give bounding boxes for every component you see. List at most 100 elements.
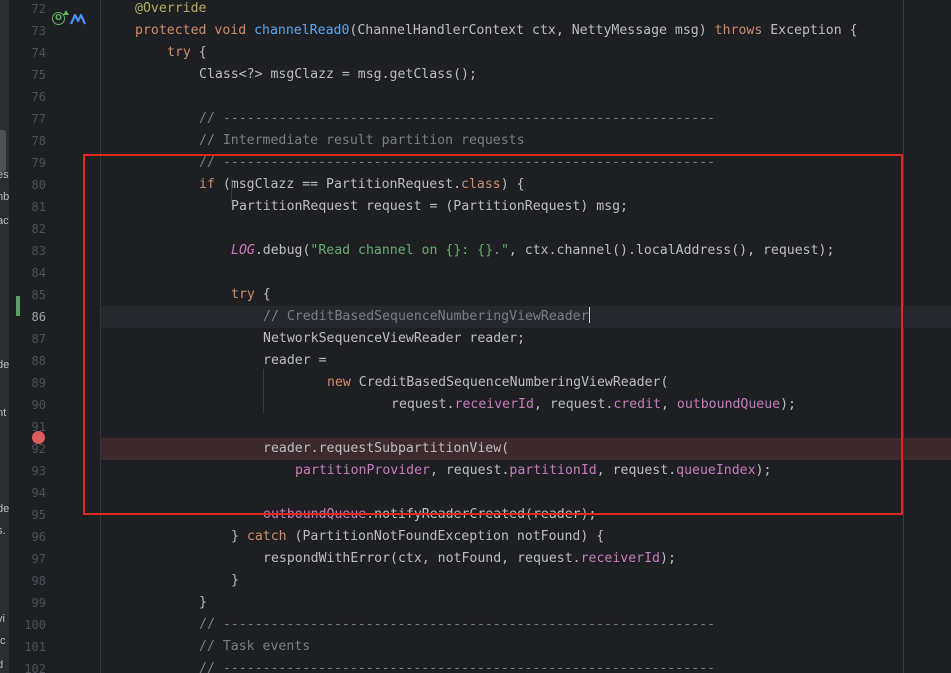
implementations-icon[interactable] bbox=[70, 12, 86, 26]
line-number[interactable]: 79 bbox=[9, 152, 46, 174]
code-text[interactable]: // -------------------------------------… bbox=[199, 152, 715, 174]
line-number[interactable]: 75 bbox=[9, 64, 46, 86]
code-text[interactable]: PartitionRequest request = (PartitionReq… bbox=[231, 196, 628, 218]
code-line[interactable]: 91 bbox=[0, 416, 951, 438]
line-number[interactable]: 76 bbox=[9, 86, 46, 108]
code-text[interactable]: outboundQueue.notifyReaderCreated(reader… bbox=[263, 504, 596, 526]
code-token: @Override bbox=[135, 1, 207, 16]
code-text[interactable]: NetworkSequenceViewReader reader; bbox=[263, 328, 525, 350]
line-number[interactable]: 73 bbox=[9, 20, 46, 42]
code-text[interactable]: // -------------------------------------… bbox=[199, 108, 715, 130]
code-line[interactable]: 83 LOG.debug("Read channel on {}: {}.", c… bbox=[0, 240, 951, 262]
code-line[interactable]: 75 Class<?> msgClazz = msg.getClass(); bbox=[0, 64, 951, 86]
code-line[interactable]: 73 protected void channelRead0(ChannelHan… bbox=[0, 20, 951, 42]
line-number[interactable]: 100 bbox=[9, 614, 46, 636]
code-line[interactable]: 87 NetworkSequenceViewReader reader; bbox=[0, 328, 951, 350]
line-number[interactable]: 84 bbox=[9, 262, 46, 284]
code-text[interactable]: @Override bbox=[135, 0, 206, 20]
line-number[interactable]: 83 bbox=[9, 240, 46, 262]
line-number[interactable]: 77 bbox=[9, 108, 46, 130]
line-number[interactable]: 102 bbox=[9, 658, 46, 673]
code-token: } bbox=[199, 595, 207, 610]
line-number[interactable]: 74 bbox=[9, 42, 46, 64]
vcs-modified-line-marker[interactable] bbox=[16, 296, 20, 316]
code-text[interactable]: if (msgClazz == PartitionRequest.class) … bbox=[199, 174, 525, 196]
code-text[interactable]: } catch (PartitionNotFoundException notF… bbox=[231, 526, 604, 548]
code-text[interactable]: // -------------------------------------… bbox=[199, 658, 715, 673]
line-number[interactable]: 101 bbox=[9, 636, 46, 658]
line-number[interactable]: 81 bbox=[9, 196, 46, 218]
line-number[interactable]: 86 bbox=[9, 306, 46, 328]
code-text[interactable]: partitionProvider, request.partitionId, … bbox=[295, 460, 771, 482]
line-number[interactable]: 89 bbox=[9, 372, 46, 394]
code-text[interactable]: Class<?> msgClazz = msg.getClass(); bbox=[199, 64, 477, 86]
code-text[interactable]: } bbox=[199, 592, 207, 614]
line-number[interactable]: 88 bbox=[9, 350, 46, 372]
code-text[interactable]: // CreditBasedSequenceNumberingViewReade… bbox=[263, 306, 591, 328]
code-line[interactable]: 92 reader.requestSubpartitionView( bbox=[0, 438, 951, 460]
line-background bbox=[101, 350, 951, 372]
line-number[interactable]: 72 bbox=[9, 0, 46, 20]
code-token: reader = bbox=[263, 353, 327, 368]
breakpoint-icon[interactable] bbox=[32, 431, 45, 444]
code-text[interactable]: // Task events bbox=[199, 636, 310, 658]
code-text[interactable]: request.receiverId, request.credit, outb… bbox=[391, 394, 796, 416]
code-line[interactable]: 76 bbox=[0, 86, 951, 108]
code-line[interactable]: 77 // -----------------------------------… bbox=[0, 108, 951, 130]
code-text[interactable]: protected void channelRead0(ChannelHandl… bbox=[135, 20, 858, 42]
code-text[interactable]: try { bbox=[167, 42, 207, 64]
line-number[interactable]: 98 bbox=[9, 570, 46, 592]
code-line[interactable]: 94 bbox=[0, 482, 951, 504]
line-number[interactable]: 99 bbox=[9, 592, 46, 614]
line-number[interactable]: 95 bbox=[9, 504, 46, 526]
code-line[interactable]: 86 // CreditBasedSequenceNumberingViewRea… bbox=[0, 306, 951, 328]
code-line[interactable]: 88 reader = bbox=[0, 350, 951, 372]
code-token: protected bbox=[135, 23, 215, 38]
code-line[interactable]: 96 } catch (PartitionNotFoundException no… bbox=[0, 526, 951, 548]
code-line[interactable]: 93 partitionProvider, request.partitionId… bbox=[0, 460, 951, 482]
code-text[interactable]: } bbox=[231, 570, 239, 592]
line-number[interactable]: 78 bbox=[9, 130, 46, 152]
code-text[interactable]: try { bbox=[231, 284, 271, 306]
line-number[interactable]: 97 bbox=[9, 548, 46, 570]
line-number[interactable]: 85 bbox=[9, 284, 46, 306]
code-line[interactable]: 84 bbox=[0, 262, 951, 284]
code-text[interactable]: LOG.debug("Read channel on {}: {}.", ctx… bbox=[231, 240, 834, 262]
code-line[interactable]: 101 // Task events bbox=[0, 636, 951, 658]
line-number[interactable]: 87 bbox=[9, 328, 46, 350]
code-text[interactable]: new CreditBasedSequenceNumberingViewRead… bbox=[327, 372, 668, 394]
code-line[interactable]: 98} bbox=[0, 570, 951, 592]
code-line[interactable]: 100 // ----------------------------------… bbox=[0, 614, 951, 636]
line-number[interactable]: 80 bbox=[9, 174, 46, 196]
line-number[interactable]: 82 bbox=[9, 218, 46, 240]
code-line[interactable]: 97 respondWithError(ctx, notFound, reques… bbox=[0, 548, 951, 570]
code-line[interactable]: 89 new CreditBasedSequenceNumberingViewRe… bbox=[0, 372, 951, 394]
code-line[interactable]: 90 request.receiverId, request.credit, ou… bbox=[0, 394, 951, 416]
line-number[interactable]: 94 bbox=[9, 482, 46, 504]
line-number[interactable]: 96 bbox=[9, 526, 46, 548]
code-line[interactable]: 79 // -----------------------------------… bbox=[0, 152, 951, 174]
line-background bbox=[101, 438, 951, 460]
code-text[interactable]: reader = bbox=[263, 350, 327, 372]
code-line[interactable]: 82 bbox=[0, 218, 951, 240]
code-line[interactable]: 74 try { bbox=[0, 42, 951, 64]
code-line[interactable]: 95 outboundQueue.notifyReaderCreated(read… bbox=[0, 504, 951, 526]
code-line[interactable]: 81 PartitionRequest request = (PartitionR… bbox=[0, 196, 951, 218]
line-background bbox=[101, 570, 951, 592]
code-editor[interactable]: esnbacdentdes.vitcd 72@Override73protect… bbox=[0, 0, 951, 673]
code-line[interactable]: 99} bbox=[0, 592, 951, 614]
line-number[interactable]: 93 bbox=[9, 460, 46, 482]
code-line[interactable]: 85 try { bbox=[0, 284, 951, 306]
indent-guide bbox=[263, 369, 264, 391]
code-line[interactable]: 78 // Intermediate result partition reque… bbox=[0, 130, 951, 152]
code-token: ) { bbox=[500, 177, 525, 192]
code-line[interactable]: 80 if (msgClazz == PartitionRequest.class… bbox=[0, 174, 951, 196]
code-line[interactable]: 102 // ----------------------------------… bbox=[0, 658, 951, 673]
code-text[interactable]: reader.requestSubpartitionView( bbox=[263, 438, 509, 460]
code-text[interactable]: respondWithError(ctx, notFound, request.… bbox=[263, 548, 676, 570]
code-text[interactable]: // Intermediate result partition request… bbox=[199, 130, 525, 152]
line-background bbox=[101, 86, 951, 108]
code-line[interactable]: 72 @Override bbox=[0, 0, 951, 20]
code-text[interactable]: // -------------------------------------… bbox=[199, 614, 715, 636]
line-number[interactable]: 90 bbox=[9, 394, 46, 416]
